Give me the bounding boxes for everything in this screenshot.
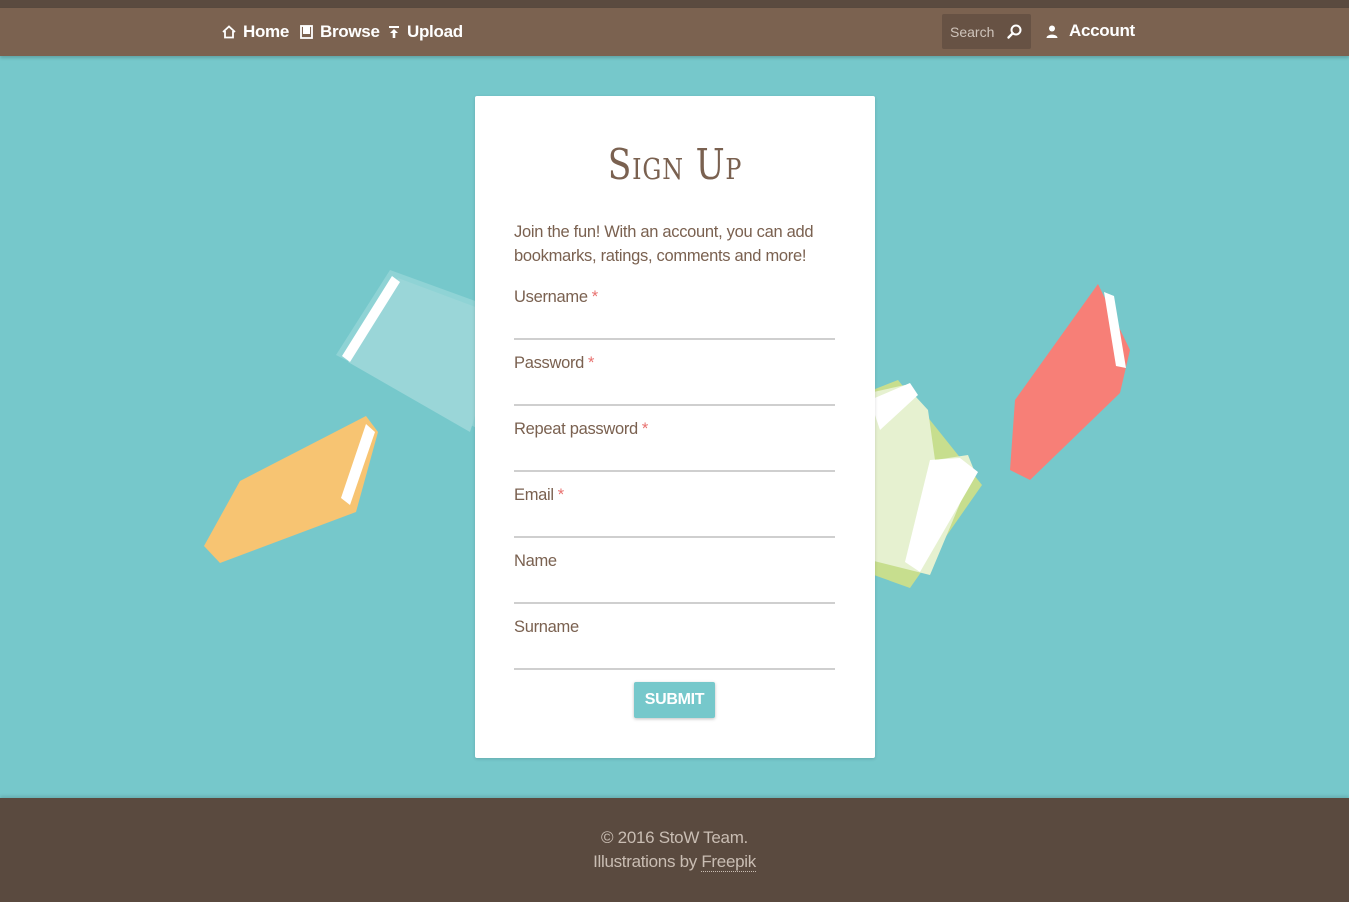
surname-label: Surname (514, 618, 579, 636)
required-marker: * (588, 354, 595, 372)
surname-field: Surname (514, 618, 835, 670)
required-marker: * (641, 420, 649, 438)
name-input[interactable] (514, 574, 835, 604)
submit-button[interactable]: SUBMIT (634, 682, 715, 718)
password-field: Password * (514, 354, 835, 406)
signup-intro-text: Join the fun! With an account, you can a… (514, 223, 814, 265)
repeat-password-input[interactable] (514, 442, 835, 472)
required-marker: * (591, 288, 598, 306)
email-field: Email * (514, 486, 835, 538)
username-input[interactable] (514, 310, 835, 340)
name-field: Name (514, 552, 835, 604)
password-label: Password * (514, 354, 595, 372)
required-marker: * (557, 486, 564, 504)
repeat-password-field: Repeat password * (514, 420, 835, 472)
orange-book-illustration (204, 416, 378, 563)
signup-card: Sign Up Join the fun! With an account, y… (475, 96, 875, 758)
open-book-illustration (860, 380, 982, 588)
red-book-illustration (1010, 284, 1130, 480)
page-title: Sign Up (607, 140, 743, 189)
username-field: Username * (514, 288, 835, 340)
surname-input[interactable] (514, 640, 835, 670)
repeat-password-label: Repeat password * (514, 420, 649, 438)
password-input[interactable] (514, 376, 835, 406)
email-input[interactable] (514, 508, 835, 538)
username-label: Username * (514, 288, 598, 306)
email-label: Email * (514, 486, 564, 504)
name-label: Name (514, 552, 557, 570)
